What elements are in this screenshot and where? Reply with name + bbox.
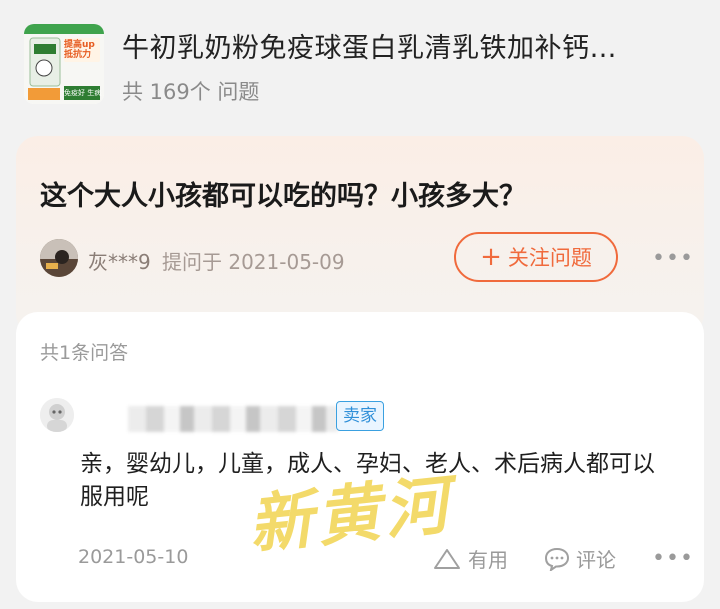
asker-name[interactable]: 灰***9 — [88, 246, 151, 275]
thumb-tagline: 免疫好 生病少 — [64, 89, 102, 97]
comment-button[interactable]: 评论 — [544, 544, 616, 573]
useful-button[interactable]: 有用 — [432, 544, 508, 573]
question-more-icon[interactable]: ••• — [652, 246, 694, 271]
thumbs-up-icon — [434, 548, 460, 569]
useful-label: 有用 — [468, 548, 508, 572]
answer-date: 2021-05-10 — [78, 546, 189, 568]
seller-avatar[interactable] — [40, 398, 74, 432]
answer-count: 共1条问答 — [40, 342, 129, 364]
answers-card: 共1条问答 卖家 亲，婴幼儿，儿童，成人、孕妇、老人、术后病人都可以服用呢 新黄… — [16, 312, 704, 602]
asker-avatar[interactable] — [40, 239, 78, 277]
product-title[interactable]: 牛初乳奶粉免疫球蛋白乳清乳铁加补钙… — [122, 26, 617, 65]
question-text: 这个大人小孩都可以吃的吗？小孩多大？ — [40, 181, 526, 212]
plus-icon: + — [480, 242, 502, 272]
avatar-image — [40, 239, 78, 277]
question-card: 这个大人小孩都可以吃的吗？小孩多大？ 灰***9 提问于 2021-05-09 … — [16, 136, 704, 336]
seller-avatar-image — [40, 398, 74, 432]
thumb-badge: 提高up 抵抗力 — [64, 40, 95, 60]
product-header[interactable]: 提高up 抵抗力 免疫好 生病少 牛初乳奶粉免疫球蛋白乳清乳铁加补钙… 共 16… — [0, 0, 720, 128]
comment-icon — [544, 547, 570, 571]
asked-date: 提问于 2021-05-09 — [162, 250, 345, 274]
seller-badge: 卖家 — [336, 401, 384, 431]
watermark: 新黄河 — [245, 467, 456, 564]
question-count: 共 169个 问题 — [122, 80, 260, 104]
seller-name-obscured — [128, 406, 338, 432]
follow-question-button[interactable]: + 关注问题 — [454, 232, 618, 282]
comment-label: 评论 — [576, 548, 616, 572]
follow-label: 关注问题 — [507, 246, 592, 270]
product-thumbnail[interactable]: 提高up 抵抗力 免疫好 生病少 — [24, 24, 104, 104]
answer-more-icon[interactable]: ••• — [652, 546, 694, 571]
